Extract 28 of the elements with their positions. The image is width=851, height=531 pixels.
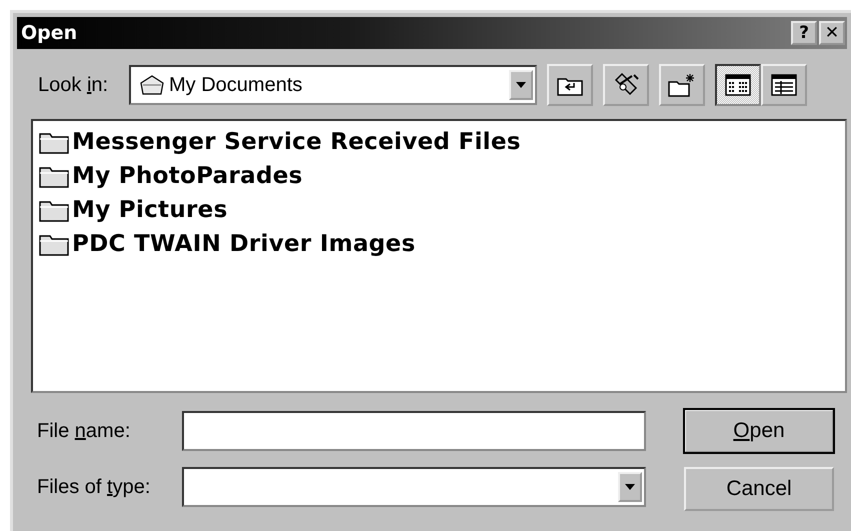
look-in-label: Look in: [38,74,110,96]
desktop-button[interactable] [603,64,649,106]
details-view-button[interactable] [761,64,807,106]
open-button[interactable]: Open [684,409,834,453]
new-folder-icon [667,72,697,98]
dropdown-arrow-button[interactable] [509,70,533,100]
list-view-button[interactable] [715,64,761,106]
folder-item[interactable]: My Pictures [39,193,839,227]
close-button[interactable]: ✕ [819,21,845,45]
folder-item[interactable]: My PhotoParades [39,159,839,193]
list-view-icon [725,74,751,96]
file-type-label: Files of type: [37,476,152,498]
down-arrow-icon [516,82,526,88]
look-in-dropdown[interactable]: My Documents [129,65,537,105]
new-folder-button[interactable] [659,64,705,106]
folder-item[interactable]: Messenger Service Received Files [39,125,839,159]
file-name-label: File name: [37,420,132,442]
help-button[interactable]: ? [791,21,817,45]
file-type-dropdown[interactable] [182,467,646,507]
file-name-field[interactable] [182,411,646,451]
details-view-icon [771,74,797,96]
up-folder-button[interactable] [547,64,593,106]
dropdown-arrow-button[interactable] [618,472,642,502]
cancel-button[interactable]: Cancel [684,467,834,511]
desktop-shortcut-icon [612,72,640,98]
down-arrow-icon [625,484,635,490]
folder-item[interactable]: PDC TWAIN Driver Images [39,227,839,261]
window-title: Open [21,22,78,44]
